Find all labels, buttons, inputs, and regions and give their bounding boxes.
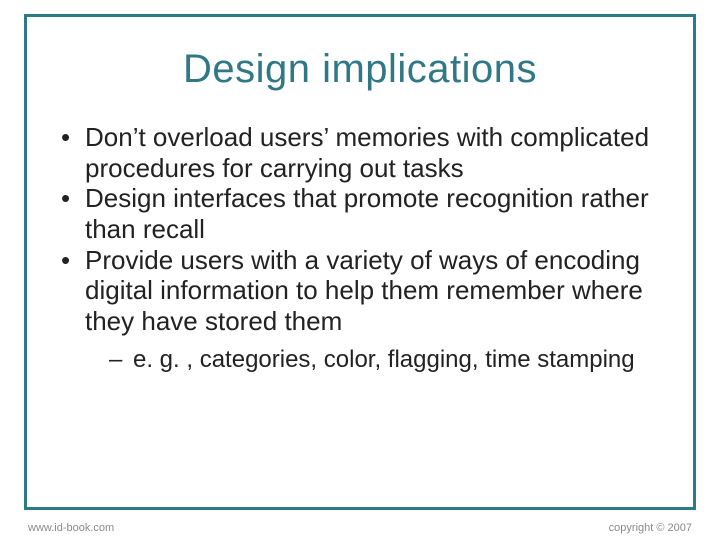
slide: Design implications Don’t overload users… bbox=[0, 0, 720, 540]
bullet-item: Provide users with a variety of ways of … bbox=[55, 245, 665, 375]
sub-bullet-list: e. g. , categories, color, flagging, tim… bbox=[85, 345, 665, 375]
sub-bullet-item: e. g. , categories, color, flagging, tim… bbox=[85, 345, 665, 375]
footer-url: www.id-book.com bbox=[28, 522, 114, 534]
footer-copyright: copyright © 2007 bbox=[609, 522, 692, 534]
bullet-list: Don’t overload users’ memories with comp… bbox=[55, 122, 665, 375]
bullet-text: Provide users with a variety of ways of … bbox=[85, 245, 643, 336]
bullet-item: Don’t overload users’ memories with comp… bbox=[55, 122, 665, 183]
slide-frame: Design implications Don’t overload users… bbox=[24, 14, 696, 510]
footer: www.id-book.com copyright © 2007 bbox=[24, 516, 696, 534]
bullet-item: Design interfaces that promote recogniti… bbox=[55, 183, 665, 244]
slide-title: Design implications bbox=[55, 47, 665, 92]
